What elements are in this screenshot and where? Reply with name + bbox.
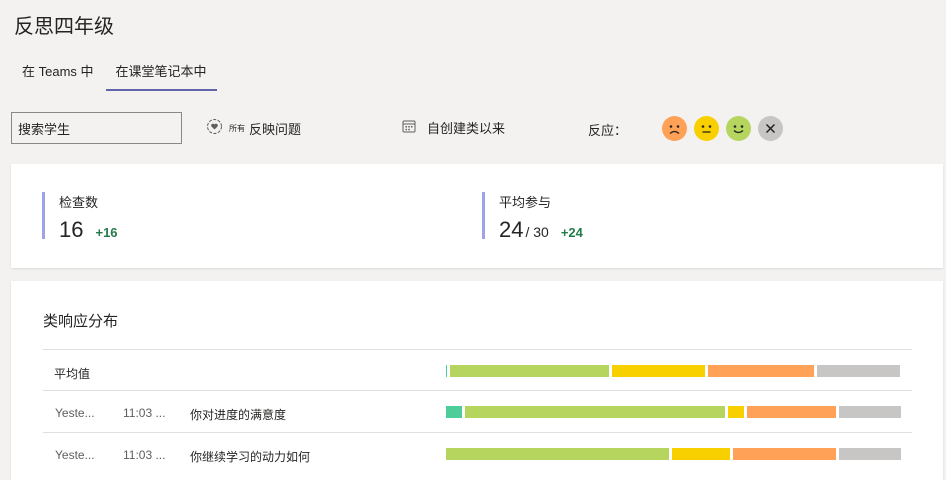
tab-in-teams[interactable]: 在 Teams 中 bbox=[12, 52, 104, 91]
distribution-bar bbox=[446, 448, 901, 460]
date-range-button[interactable]: 自创建类以来 bbox=[402, 118, 505, 137]
teal-segment bbox=[446, 406, 462, 418]
page-title: 反思四年级 bbox=[14, 16, 114, 38]
gray-segment bbox=[839, 406, 901, 418]
orange-segment bbox=[733, 448, 836, 460]
row-question: 你对进度的满意度 bbox=[190, 408, 287, 422]
green-segment bbox=[450, 365, 609, 377]
tab-bar: 在 Teams 中 在课堂笔记本中 bbox=[12, 52, 217, 92]
stat-value: 24 bbox=[499, 217, 524, 242]
response-distribution-card: 类响应分布 平均值 Yeste... 11:03 ... 你对进度的满意度 Ye… bbox=[11, 281, 943, 480]
green-segment bbox=[464, 406, 726, 418]
distribution-bar bbox=[446, 365, 901, 377]
section-title: 类响应分布 bbox=[43, 313, 119, 330]
yellow-segment bbox=[728, 406, 745, 418]
stat-average-participation: 平均参与 24 / 30 +24 bbox=[482, 192, 583, 242]
table-row[interactable]: Yeste... 11:03 ... 你对进度的满意度 bbox=[43, 390, 912, 432]
filter-scope-label: 所有 bbox=[229, 123, 245, 133]
distribution-list: 平均值 Yeste... 11:03 ... 你对进度的满意度 Yeste...… bbox=[43, 349, 912, 474]
stat-total: / 30 bbox=[525, 224, 549, 240]
neutral-face-icon[interactable] bbox=[694, 116, 719, 141]
distribution-bar bbox=[446, 406, 901, 418]
table-row[interactable]: Yeste... 11:03 ... 你继续学习的动力如何 bbox=[43, 432, 912, 474]
tab-in-class-notebook[interactable]: 在课堂笔记本中 bbox=[105, 52, 217, 91]
stat-label: 平均参与 bbox=[499, 195, 552, 210]
heart-bubble-icon bbox=[206, 118, 223, 138]
green-segment bbox=[446, 448, 669, 460]
row-question: 你继续学习的动力如何 bbox=[190, 450, 311, 464]
orange-segment bbox=[747, 406, 837, 418]
gray-segment bbox=[839, 448, 901, 460]
stat-checkins: 检查数 16 +16 bbox=[42, 192, 118, 242]
happy-face-icon[interactable] bbox=[726, 116, 751, 141]
row-time: 11:03 ... bbox=[123, 448, 166, 462]
gray-segment bbox=[817, 365, 900, 377]
calendar-icon bbox=[402, 119, 416, 136]
stat-label: 检查数 bbox=[59, 195, 99, 210]
sad-face-icon[interactable] bbox=[662, 116, 687, 141]
yellow-segment bbox=[612, 365, 705, 377]
row-date: Yeste... bbox=[55, 406, 95, 420]
teal-segment bbox=[446, 365, 447, 377]
reaction-filters bbox=[662, 116, 783, 141]
stat-value: 16 bbox=[59, 217, 84, 242]
filter-label: 反映问题 bbox=[249, 121, 302, 137]
summary-card: 检查数 16 +16 平均参与 24 / 30 +24 bbox=[11, 164, 943, 268]
row-date: Yeste... bbox=[55, 448, 95, 462]
reflection-filter-button[interactable]: 所有 反映问题 bbox=[206, 118, 301, 138]
no-response-icon[interactable] bbox=[758, 116, 783, 141]
row-time: 11:03 ... bbox=[123, 406, 166, 420]
stat-delta: +16 bbox=[95, 225, 118, 240]
average-label: 平均值 bbox=[54, 367, 91, 381]
orange-segment bbox=[708, 365, 814, 377]
reactions-label: 反应： bbox=[588, 123, 628, 138]
average-row: 平均值 bbox=[43, 349, 912, 390]
search-input[interactable] bbox=[11, 112, 182, 144]
stat-delta: +24 bbox=[560, 225, 583, 240]
date-range-label: 自创建类以来 bbox=[427, 121, 506, 136]
yellow-segment bbox=[672, 448, 730, 460]
